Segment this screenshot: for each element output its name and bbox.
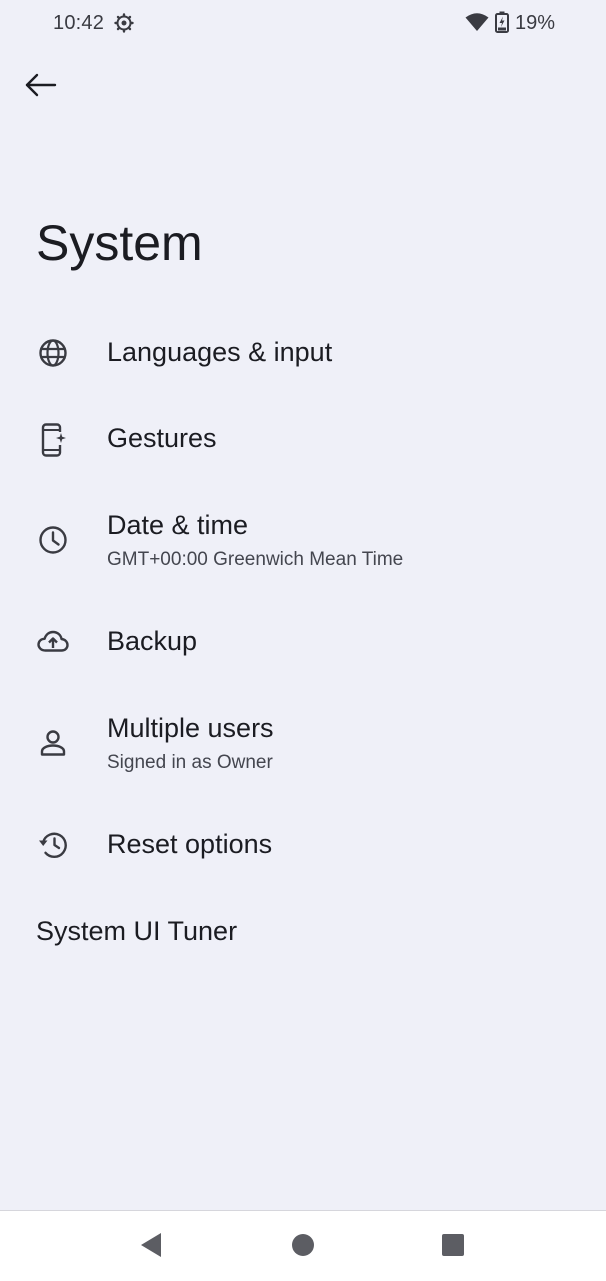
settings-item-summary: Signed in as Owner: [107, 752, 273, 773]
settings-item-reset-options[interactable]: Reset options: [0, 802, 606, 889]
nav-home-button[interactable]: [289, 1233, 317, 1261]
recents-square-icon: [441, 1233, 465, 1262]
settings-item-title: Multiple users: [107, 713, 274, 743]
settings-item-title: Gestures: [107, 423, 217, 453]
settings-item-system-ui-tuner[interactable]: System UI Tuner: [0, 889, 606, 975]
settings-gear-icon: [114, 13, 134, 33]
battery-percent: 19%: [515, 12, 556, 34]
settings-item-title: Date & time: [107, 510, 249, 540]
settings-item-languages-input[interactable]: Languages & input: [0, 310, 606, 396]
wifi-icon: [465, 12, 489, 32]
settings-item-summary: GMT+00:00 Greenwich Mean Time: [107, 549, 404, 570]
cloud-upload-icon: [36, 625, 70, 659]
settings-item-gestures[interactable]: Gestures: [0, 396, 606, 483]
status-bar: 10:42 19%: [0, 0, 606, 48]
arrow-back-icon: [24, 72, 58, 103]
home-circle-icon: [291, 1233, 315, 1262]
status-time: 10:42: [53, 12, 105, 34]
phone-gesture-icon: [36, 423, 70, 457]
globe-icon: [36, 336, 70, 370]
clock-icon: [36, 523, 70, 557]
battery-charging-icon: [495, 11, 509, 33]
history-icon: [36, 828, 70, 862]
settings-item-date-time[interactable]: Date & time GMT+00:00 Greenwich Mean Tim…: [0, 483, 606, 599]
settings-item-title: Languages & input: [107, 337, 333, 367]
settings-item-title: System UI Tuner: [36, 916, 238, 946]
navigation-bar: [0, 1210, 606, 1281]
settings-item-title: Backup: [107, 626, 198, 656]
back-triangle-icon: [139, 1232, 163, 1263]
settings-item-multiple-users[interactable]: Multiple users Signed in as Owner: [0, 686, 606, 802]
back-button[interactable]: [18, 64, 64, 110]
nav-recents-button[interactable]: [439, 1233, 467, 1261]
settings-item-backup[interactable]: Backup: [0, 599, 606, 686]
nav-back-button[interactable]: [137, 1232, 165, 1263]
person-icon: [36, 726, 70, 760]
page-title: System: [36, 215, 203, 271]
settings-item-title: Reset options: [107, 829, 273, 859]
